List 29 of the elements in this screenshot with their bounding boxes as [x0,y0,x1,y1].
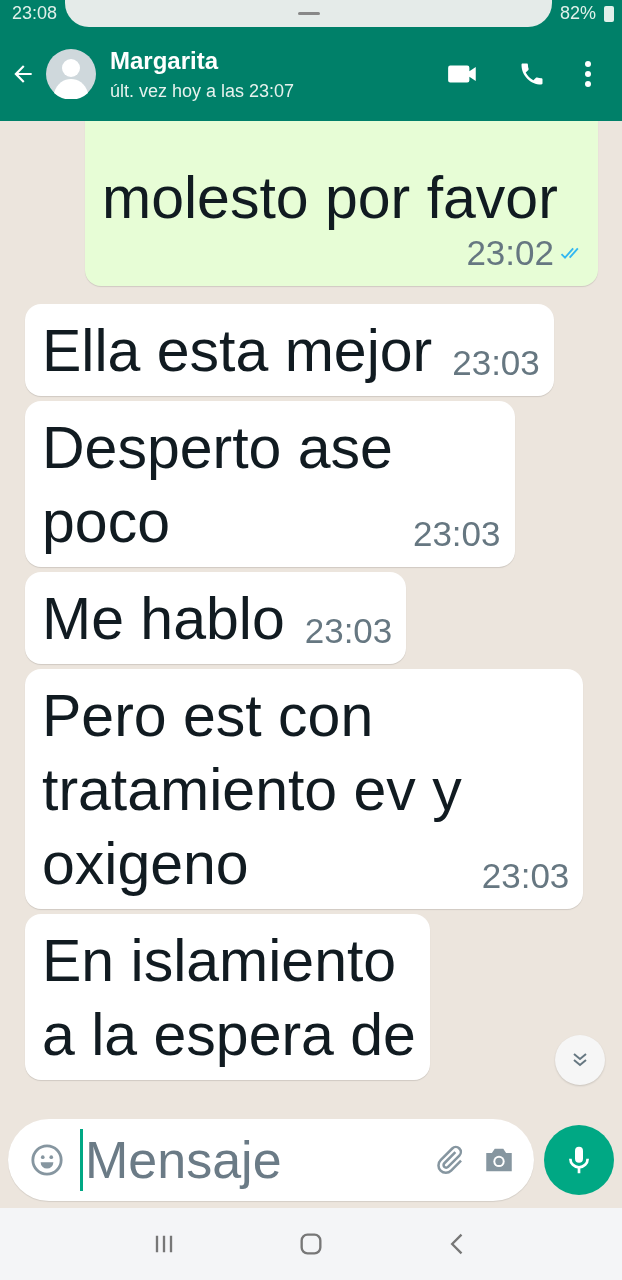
message-text: molesto por favor [102,164,558,233]
notification-panel[interactable] [65,0,552,27]
received-message[interactable]: Desperto ase poco 23:03 [25,401,515,567]
scroll-down-button[interactable] [555,1035,605,1085]
message-time: 23:03 [481,858,570,893]
smiley-icon[interactable] [30,1143,64,1177]
message-time: 23:02 [466,235,554,270]
message-time: 23:03 [412,516,501,551]
received-message[interactable]: Ella esta mejor 23:03 [25,304,554,396]
message-text: Desperto ase poco [42,414,393,557]
menu-icon[interactable] [584,60,592,88]
received-message[interactable]: Pero est con tratamiento ev y oxigeno 23:03 [25,669,584,909]
message-text: En islamiento a la espera de [42,927,416,1070]
message-text: Ella esta mejor [42,317,433,386]
avatar-icon[interactable] [46,49,96,99]
received-message[interactable]: En islamiento a la espera de [25,914,430,1080]
drag-handle[interactable] [297,12,320,15]
battery-icon [604,5,614,22]
message-time: 23:03 [304,613,393,648]
battery-level: 82% [559,3,596,24]
message-text: Pero est con tratamiento ev y oxigeno [42,682,462,899]
message-text: Me hablo [42,585,285,654]
message-time: 23:03 [452,345,540,380]
sent-message[interactable]: molesto por favor 23:02 [85,121,598,286]
contact-name[interactable]: Margarita [110,46,408,75]
last-seen: últ. vez hoy a las 23:07 [110,80,296,102]
received-message[interactable]: Me hablo 23:03 [25,572,407,664]
message-field[interactable]: Mensaje [8,1119,534,1201]
status-time: 23:08 [12,3,58,24]
